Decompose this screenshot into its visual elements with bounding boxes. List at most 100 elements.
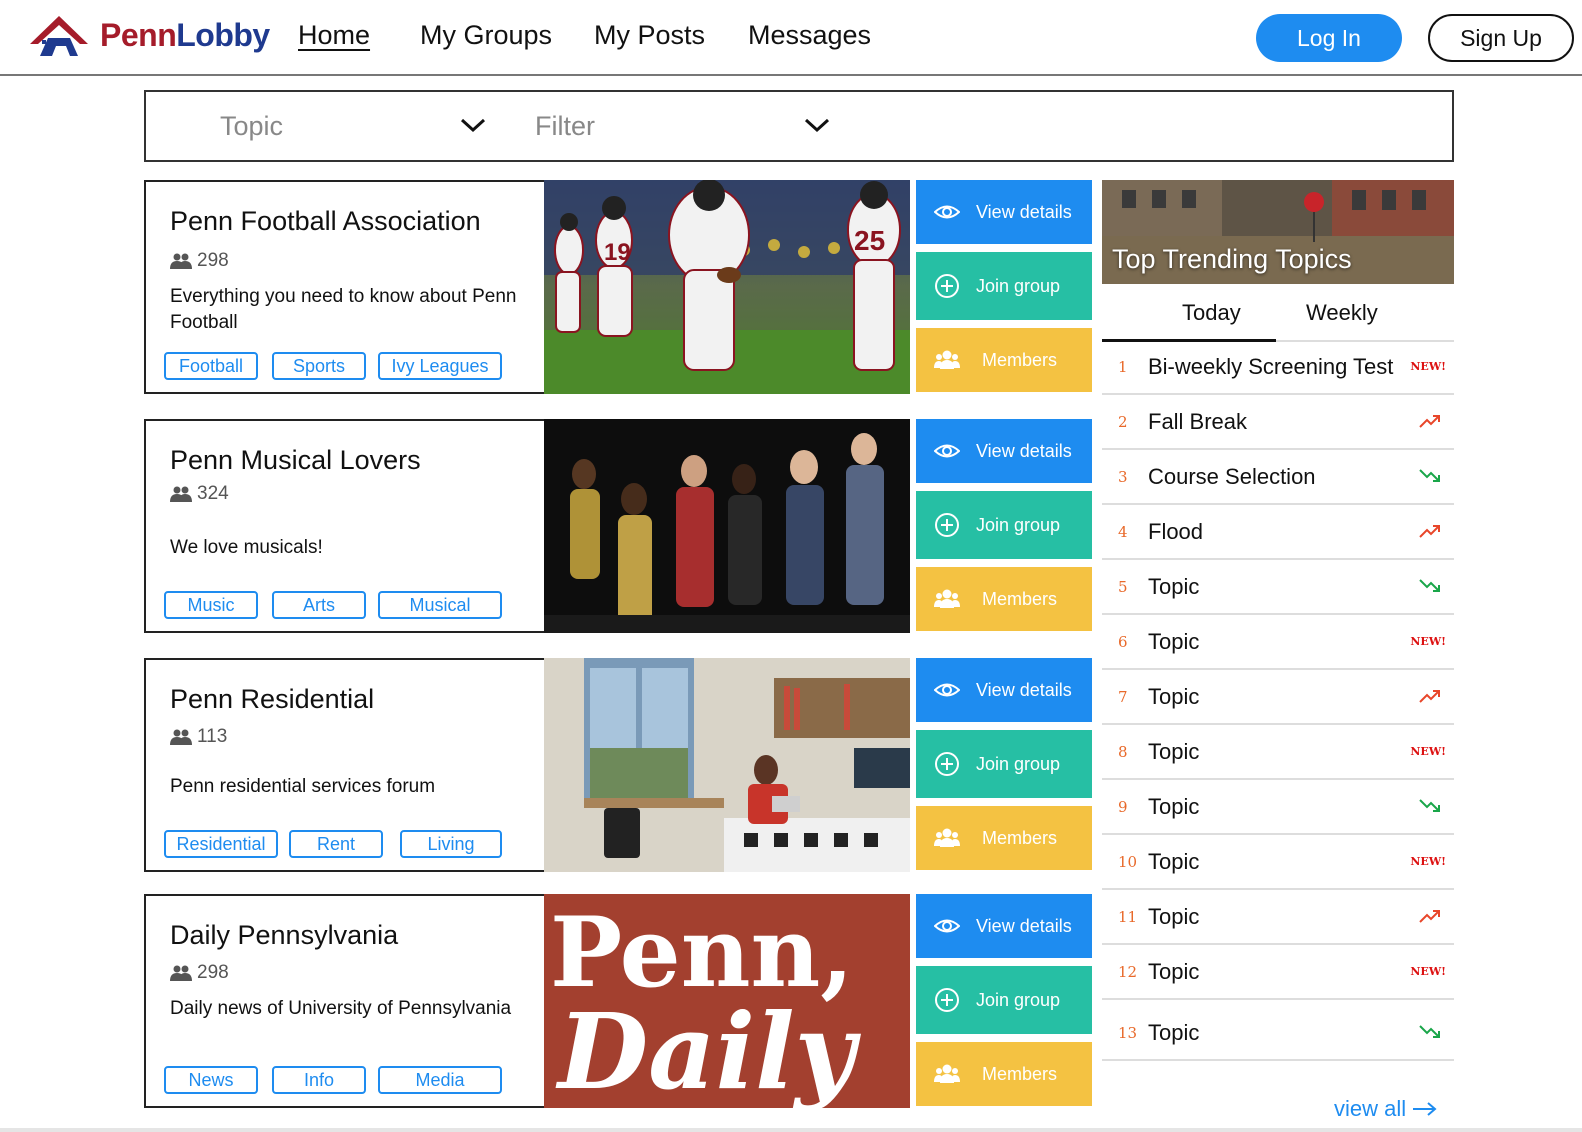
trending-rank: 3	[1118, 468, 1128, 486]
members-label: Members	[982, 1063, 1058, 1084]
member-count-value: 298	[197, 962, 229, 983]
trending-header: Top Trending Topics	[1102, 180, 1454, 284]
view-details-button[interactable]: View details	[916, 658, 1092, 722]
join-group-button[interactable]: Join group	[916, 252, 1092, 320]
group-description: Everything you need to know about Penn F…	[170, 286, 517, 333]
trending-label: Topic	[1148, 904, 1200, 929]
tag-arts[interactable]: Arts	[272, 591, 366, 619]
chevron-down-icon[interactable]	[803, 116, 831, 134]
group-description: Penn residential services forum	[170, 776, 436, 797]
trending-tabs: Today Weekly	[1102, 284, 1454, 342]
trending-item[interactable]: 7 Topic	[1102, 670, 1454, 725]
join-group-label: Join group	[976, 275, 1061, 296]
tab-weekly[interactable]: Weekly	[1306, 300, 1378, 326]
tag-rent[interactable]: Rent	[289, 830, 383, 858]
tag-media[interactable]: Media	[378, 1066, 502, 1094]
join-group-button[interactable]: Join group	[916, 966, 1092, 1034]
view-details-label: View details	[976, 440, 1072, 461]
trending-label: Topic	[1148, 739, 1200, 764]
view-all-link[interactable]: view all	[1334, 1096, 1438, 1122]
trending-item[interactable]: 10 Topic NEW!	[1102, 835, 1454, 890]
trending-label: Topic	[1148, 959, 1200, 984]
trending-rank: 6	[1118, 633, 1128, 651]
new-badge: NEW!	[1410, 360, 1446, 373]
users-icon	[934, 1064, 960, 1083]
group-card: Penn Musical Lovers 324 We love musicals…	[144, 419, 544, 633]
tag-residential[interactable]: Residential	[164, 830, 278, 858]
members-button[interactable]: Members	[916, 1042, 1092, 1106]
member-count-value: 324	[197, 483, 229, 504]
new-badge: NEW!	[1410, 745, 1446, 758]
view-details-button[interactable]: View details	[916, 419, 1092, 483]
trending-label: Topic	[1148, 629, 1200, 654]
brand-logo[interactable]: PennLobby	[28, 12, 270, 58]
members-button[interactable]: Members	[916, 806, 1092, 870]
member-count-value: 298	[197, 250, 229, 271]
tag-music[interactable]: Music	[164, 591, 258, 619]
trending-item[interactable]: 3 Course Selection	[1102, 450, 1454, 505]
trending-item[interactable]: 8 Topic NEW!	[1102, 725, 1454, 780]
join-group-button[interactable]: Join group	[916, 491, 1092, 559]
filter-bar: Topic Filter	[144, 90, 1454, 162]
trending-item[interactable]: 5 Topic	[1102, 560, 1454, 615]
nav-messages[interactable]: Messages	[748, 20, 871, 51]
view-details-button[interactable]: View details	[916, 894, 1092, 958]
members-button[interactable]: Members	[916, 567, 1092, 631]
svg-text:19: 19	[604, 239, 631, 266]
tag-info[interactable]: Info	[272, 1066, 366, 1094]
users-icon	[934, 350, 960, 369]
new-badge: NEW!	[1410, 965, 1446, 978]
trending-down-icon	[1419, 469, 1440, 482]
group-card: Penn Football Association 298 Everything…	[144, 180, 544, 394]
trending-rank: 4	[1118, 523, 1128, 541]
members-label: Members	[982, 588, 1058, 609]
view-details-button[interactable]: View details	[916, 180, 1092, 244]
plus-circle-icon	[935, 988, 959, 1012]
trending-title: Top Trending Topics	[1112, 244, 1352, 274]
trending-item[interactable]: 9 Topic	[1102, 780, 1454, 835]
member-count: 113	[170, 726, 227, 748]
trending-item[interactable]: 11 Topic	[1102, 890, 1454, 945]
filter-select[interactable]: Filter	[535, 92, 815, 160]
topic-select[interactable]: Topic	[220, 92, 500, 160]
tag-football[interactable]: Football	[164, 352, 258, 380]
group-description: Daily news of University of Pennsylvania	[170, 998, 512, 1019]
trending-label: Topic	[1148, 684, 1200, 709]
people-icon	[170, 965, 192, 981]
tag-sports[interactable]: Sports	[272, 352, 366, 380]
trending-item[interactable]: 2 Fall Break	[1102, 395, 1454, 450]
tag-news[interactable]: News	[164, 1066, 258, 1094]
trending-label: Fall Break	[1148, 409, 1248, 434]
login-button[interactable]: Log In	[1256, 14, 1402, 62]
brand-name-part2: Lobby	[176, 16, 270, 53]
trending-rank: 9	[1118, 798, 1128, 816]
join-group-label: Join group	[976, 989, 1061, 1010]
members-label: Members	[982, 349, 1058, 370]
tab-today[interactable]: Today	[1182, 300, 1241, 326]
trending-item[interactable]: 4 Flood	[1102, 505, 1454, 560]
trending-label: Topic	[1148, 574, 1200, 599]
filter-select-label: Filter	[535, 110, 595, 141]
nav-my-posts[interactable]: My Posts	[594, 20, 705, 51]
trending-up-icon	[1419, 910, 1440, 923]
trending-item[interactable]: 1 Bi-weekly Screening Test NEW!	[1102, 340, 1454, 395]
tag-living[interactable]: Living	[400, 830, 502, 858]
signup-button[interactable]: Sign Up	[1428, 14, 1574, 62]
group-title: Daily Pennsylvania	[170, 920, 399, 950]
nav-home[interactable]: Home	[298, 20, 370, 51]
tag-ivy-leagues[interactable]: Ivy Leagues	[378, 352, 502, 380]
join-group-button[interactable]: Join group	[916, 730, 1092, 798]
trending-item[interactable]: 13 Topic	[1102, 1006, 1454, 1061]
trending-item[interactable]: 6 Topic NEW!	[1102, 615, 1454, 670]
trending-label: Topic	[1148, 1020, 1200, 1045]
members-label: Members	[982, 827, 1058, 848]
members-button[interactable]: Members	[916, 328, 1092, 392]
group-card: Penn Residential 113 Penn residential se…	[144, 658, 544, 872]
trending-item[interactable]: 12 Topic NEW!	[1102, 945, 1454, 1000]
group-card: Daily Pennsylvania 298 Daily news of Uni…	[144, 894, 544, 1108]
svg-text:25: 25	[854, 225, 885, 256]
nav-my-groups[interactable]: My Groups	[420, 20, 552, 51]
tag-musical[interactable]: Musical	[378, 591, 502, 619]
eye-icon	[934, 205, 960, 219]
chevron-down-icon[interactable]	[459, 116, 487, 134]
